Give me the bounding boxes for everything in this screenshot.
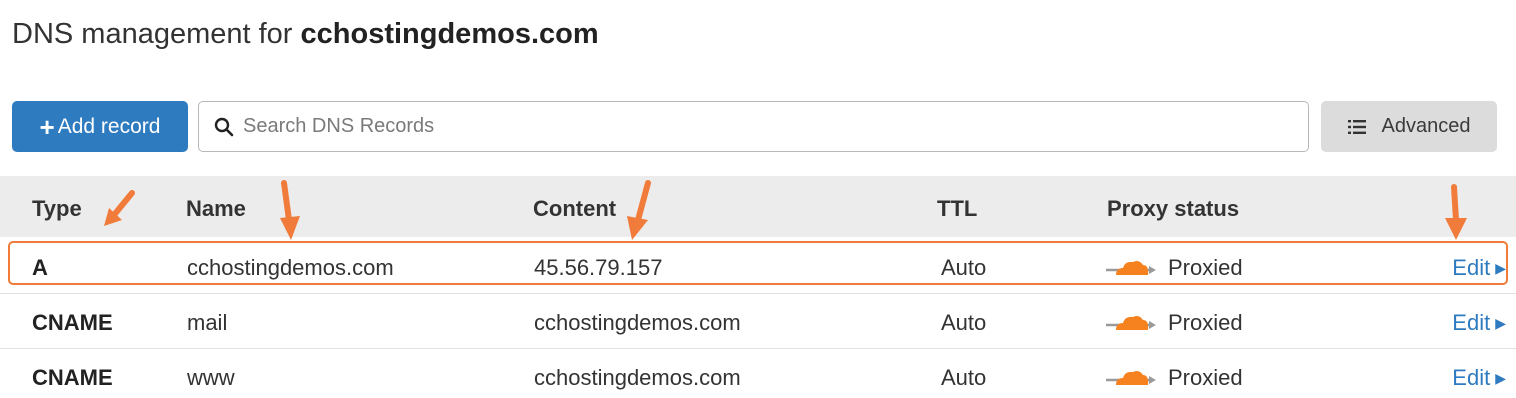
- proxied-cloud-icon: [1106, 261, 1156, 275]
- add-record-label: Add record: [57, 114, 161, 138]
- record-type: CNAME: [32, 310, 113, 335]
- record-ttl: Auto: [941, 310, 987, 335]
- record-ttl: Auto: [941, 365, 987, 390]
- column-header-content[interactable]: Content: [533, 196, 616, 222]
- edit-label: Edit: [1452, 255, 1491, 280]
- page-title-prefix: DNS management for: [12, 18, 301, 50]
- add-record-button[interactable]: + Add record: [12, 101, 188, 152]
- advanced-button[interactable]: Advanced: [1321, 101, 1497, 152]
- record-content: cchostingdemos.com: [534, 365, 741, 390]
- dns-management-page: DNS management for cchostingdemos.com + …: [0, 0, 1516, 398]
- column-header-name[interactable]: Name: [186, 196, 246, 222]
- column-header-ttl[interactable]: TTL: [937, 196, 977, 222]
- proxy-status-label: Proxied: [1168, 255, 1243, 280]
- record-name: mail: [187, 310, 228, 335]
- page-title-domain: cchostingdemos.com: [300, 18, 599, 50]
- proxy-status[interactable]: Proxied: [1106, 365, 1243, 391]
- annotation-arrow: [280, 180, 300, 240]
- table-row: A cchostingdemos.com 45.56.79.157 Auto P…: [0, 239, 1516, 294]
- record-ttl: Auto: [941, 255, 987, 280]
- proxied-cloud-icon: [1106, 371, 1156, 385]
- record-name: cchostingdemos.com: [187, 255, 394, 280]
- plus-icon: +: [39, 111, 55, 142]
- annotation-arrow: [104, 190, 135, 226]
- proxy-status[interactable]: Proxied: [1106, 255, 1243, 281]
- proxied-cloud-icon: [1106, 316, 1156, 330]
- table-row: CNAME mail cchostingdemos.com Auto Proxi…: [0, 294, 1516, 349]
- table-row: CNAME www cchostingdemos.com Auto Proxie…: [0, 349, 1516, 398]
- edit-link[interactable]: Edit ▶: [1452, 255, 1506, 281]
- column-header-proxy-status[interactable]: Proxy status: [1107, 196, 1239, 222]
- record-content: cchostingdemos.com: [534, 310, 741, 335]
- advanced-label: Advanced: [1381, 115, 1471, 137]
- edit-link[interactable]: Edit ▶: [1452, 310, 1506, 336]
- page-title: DNS management for cchostingdemos.com: [12, 18, 599, 51]
- search-input[interactable]: [243, 115, 1308, 138]
- edit-link[interactable]: Edit ▶: [1452, 365, 1506, 391]
- edit-label: Edit: [1452, 310, 1491, 335]
- search-icon: [214, 117, 234, 136]
- proxy-status-label: Proxied: [1168, 310, 1243, 335]
- annotation-arrow: [627, 180, 651, 240]
- record-content: 45.56.79.157: [534, 255, 663, 280]
- record-type: CNAME: [32, 365, 113, 390]
- proxy-status-label: Proxied: [1168, 365, 1243, 390]
- table-header: Type Name Content TTL Proxy status: [0, 176, 1516, 237]
- edit-label: Edit: [1452, 365, 1491, 390]
- record-name: www: [187, 365, 235, 390]
- caret-right-icon: ▶: [1495, 369, 1506, 386]
- caret-right-icon: ▶: [1495, 259, 1506, 276]
- column-header-type[interactable]: Type: [32, 196, 82, 222]
- caret-right-icon: ▶: [1495, 314, 1506, 331]
- record-type: A: [32, 255, 48, 280]
- proxy-status[interactable]: Proxied: [1106, 310, 1243, 336]
- search-box[interactable]: [198, 101, 1309, 152]
- annotation-arrow: [1445, 184, 1467, 240]
- list-icon: [1347, 119, 1366, 134]
